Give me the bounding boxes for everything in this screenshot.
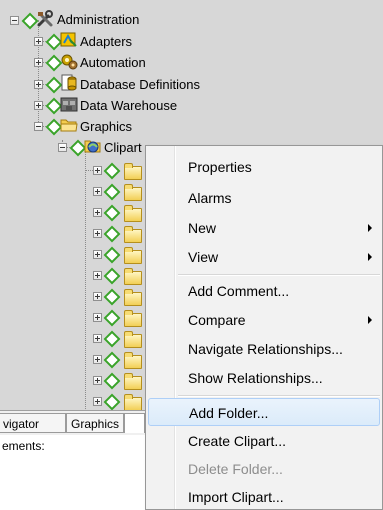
expand-icon[interactable]: [93, 229, 102, 238]
menu-item-label: Add Comment...: [188, 283, 290, 299]
tab-navigator[interactable]: vigator: [0, 413, 66, 433]
app-window: Administration Adapters Automation Datab…: [0, 0, 383, 510]
tree-node-folder[interactable]: [0, 201, 145, 223]
menu-item-new[interactable]: New: [148, 214, 380, 242]
expand-icon[interactable]: [93, 271, 102, 280]
tree-node-folder[interactable]: [0, 159, 145, 181]
context-menu: Properties Alarms New View Add Comment..…: [145, 145, 383, 510]
menu-item-navigate-relationships[interactable]: Navigate Relationships...: [148, 335, 380, 363]
folder-icon: [124, 373, 142, 390]
menu-item-label: Show Relationships...: [188, 370, 323, 386]
status-diamond-icon: [103, 372, 121, 390]
status-diamond-icon: [103, 225, 121, 243]
submenu-arrow-icon: [368, 253, 372, 261]
expand-icon[interactable]: [93, 187, 102, 196]
expand-icon[interactable]: [93, 166, 102, 175]
tab-graphics[interactable]: Graphics: [66, 413, 124, 433]
menu-separator: [178, 395, 380, 397]
menu-item-label: Import Clipart...: [188, 489, 284, 505]
status-diamond-icon: [103, 288, 121, 306]
lower-panel: ements:: [0, 435, 145, 510]
status-diamond-icon: [103, 330, 121, 348]
status-diamond-icon: [103, 204, 121, 222]
expand-icon[interactable]: [93, 250, 102, 259]
tree-node-folder[interactable]: [0, 327, 145, 349]
elements-label: ements:: [2, 439, 45, 453]
status-diamond-icon: [103, 309, 121, 327]
expand-icon[interactable]: [93, 397, 102, 406]
menu-item-label: View: [188, 249, 219, 265]
expand-icon[interactable]: [93, 334, 102, 343]
menu-item-label: New: [188, 220, 217, 236]
status-diamond-icon: [103, 267, 121, 285]
folder-icon: [124, 163, 142, 180]
folder-icon: [124, 205, 142, 222]
submenu-arrow-icon: [368, 224, 372, 232]
menu-item-import-clipart[interactable]: Import Clipart...: [148, 483, 380, 509]
tree-node-folder[interactable]: [0, 264, 145, 286]
menu-item-label: Compare: [188, 312, 246, 328]
menu-item-create-clipart[interactable]: Create Clipart...: [148, 427, 380, 455]
folder-icon: [124, 268, 142, 285]
menu-item-label: Create Clipart...: [188, 433, 287, 449]
expand-icon[interactable]: [93, 313, 102, 322]
menu-item-label: Add Folder...: [189, 405, 269, 421]
status-diamond-icon: [103, 246, 121, 264]
folder-icon: [124, 184, 142, 201]
tree-node-folder[interactable]: [0, 180, 145, 202]
menu-separator: [178, 274, 380, 276]
status-diamond-icon: [103, 393, 121, 411]
bottom-tab-strip: vigator Graphics: [0, 410, 145, 436]
tree-node-folder[interactable]: [0, 243, 145, 265]
menu-item-compare[interactable]: Compare: [148, 306, 380, 334]
menu-item-add-folder[interactable]: Add Folder...: [148, 398, 380, 426]
expand-icon[interactable]: [93, 292, 102, 301]
tree-node-folder[interactable]: [0, 369, 145, 391]
tree-node-folder[interactable]: [0, 285, 145, 307]
menu-item-view[interactable]: View: [148, 243, 380, 271]
folder-icon: [124, 331, 142, 348]
tree-node-folder[interactable]: [0, 390, 145, 412]
folder-icon: [124, 352, 142, 369]
folder-icon: [124, 289, 142, 306]
status-diamond-icon: [103, 183, 121, 201]
menu-item-show-relationships[interactable]: Show Relationships...: [148, 364, 380, 392]
submenu-arrow-icon: [368, 316, 372, 324]
menu-item-label: Navigate Relationships...: [188, 341, 343, 357]
menu-item-add-comment[interactable]: Add Comment...: [148, 277, 380, 305]
status-diamond-icon: [103, 351, 121, 369]
tree-node-folder[interactable]: [0, 306, 145, 328]
expand-icon[interactable]: [93, 355, 102, 364]
folder-icon: [124, 394, 142, 411]
folder-icon: [124, 226, 142, 243]
tab-partial[interactable]: [124, 413, 145, 433]
tree-node-folder[interactable]: [0, 222, 145, 244]
tree-node-folder[interactable]: [0, 348, 145, 370]
expand-icon[interactable]: [93, 208, 102, 217]
folder-icon: [124, 247, 142, 264]
folder-icon: [124, 310, 142, 327]
menu-item-label: Alarms: [188, 190, 232, 206]
menu-item-alarms[interactable]: Alarms: [148, 184, 380, 212]
status-diamond-icon: [103, 162, 121, 180]
menu-item-label: Properties: [188, 159, 252, 175]
menu-item-properties[interactable]: Properties: [148, 153, 380, 181]
menu-item-label: Delete Folder...: [188, 461, 283, 477]
expand-icon[interactable]: [93, 376, 102, 385]
menu-item-delete-folder[interactable]: Delete Folder...: [148, 455, 380, 483]
